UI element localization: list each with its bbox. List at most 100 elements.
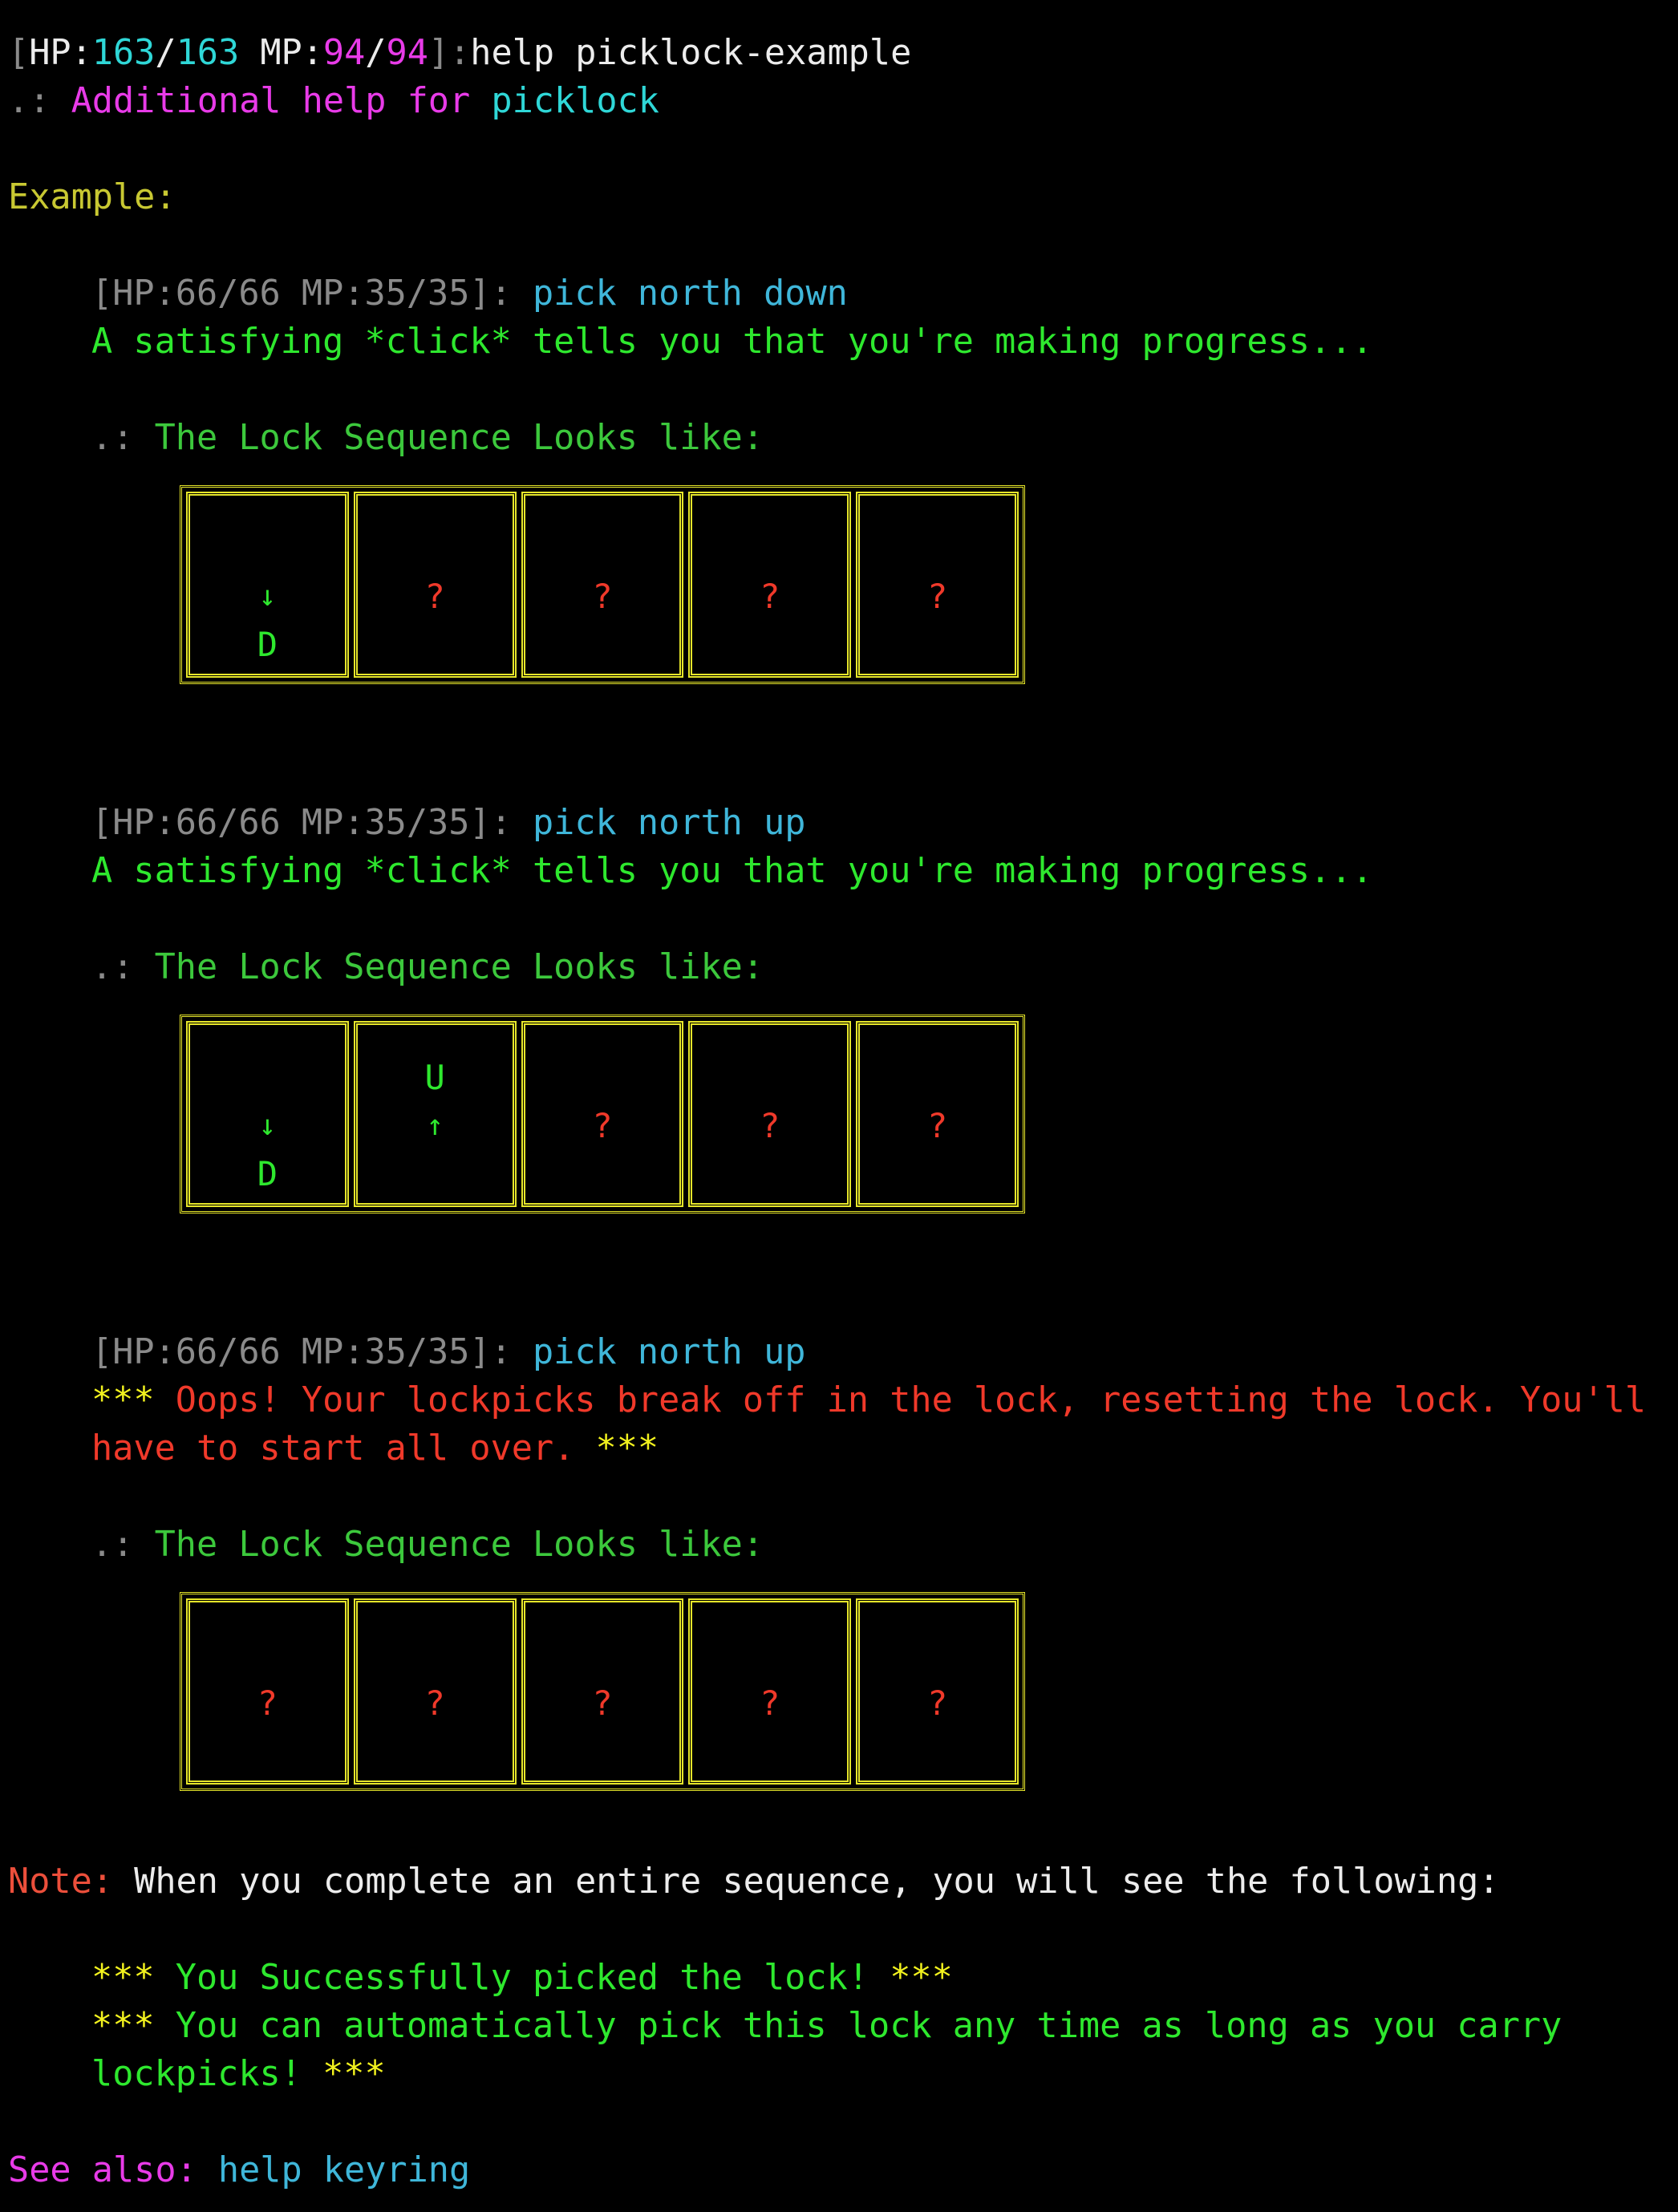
unknown-pin-glyph: ? (257, 1683, 278, 1723)
pin-glyph (860, 1631, 1015, 1679)
pin-glyph (190, 1728, 345, 1776)
success-stars: *** (890, 1958, 953, 1998)
sequence-label: The Lock Sequence Looks like: (154, 1525, 764, 1565)
mp-label: MP: (239, 33, 323, 73)
lock-pin-cell: ↓ D (186, 492, 349, 678)
pin-glyph (860, 1728, 1015, 1776)
pin-glyph (190, 1631, 345, 1679)
lock-pin-cell: ? (353, 492, 517, 678)
typed-command[interactable]: help picklock-example (470, 33, 911, 73)
success-line-1: *** You Successfully picked the lock! **… (91, 1954, 953, 2002)
see-also-label: See also: (8, 2150, 197, 2190)
success-text: You can automatically pick this lock any… (154, 2006, 1562, 2046)
attempt-prompt: [HP:66/66 MP:35/35]: (91, 803, 533, 843)
hp-label: HP: (29, 33, 92, 73)
pin-glyph (525, 1150, 680, 1198)
unknown-pin-glyph: ? (592, 577, 613, 616)
terminal-window: [HP:163/163 MP:94/94]:help picklock-exam… (0, 0, 1678, 2212)
attempt-1-sequence-heading: .: The Lock Sequence Looks like: (91, 414, 764, 462)
lock-pin-cell: ? (688, 1598, 852, 1785)
unknown-pin-glyph: ? (760, 1683, 780, 1723)
lock-pin-cell: U ↑ (353, 1021, 517, 1207)
pin-glyph (190, 1054, 345, 1102)
lock-pin-cell: ? (856, 492, 1019, 678)
success-stars: *** (91, 2006, 155, 2046)
lock-pin-cell: ? (856, 1598, 1019, 1785)
success-line-2: *** You can automatically pick this lock… (91, 2002, 1562, 2050)
pin-glyph (692, 1054, 847, 1102)
success-stars: *** (91, 1958, 155, 1998)
lock-pin-cell: ? (521, 1598, 684, 1785)
fail-message: Oops! Your lockpicks break off in the lo… (154, 1380, 1647, 1420)
down-arrow-icon: ↓ (258, 1109, 277, 1142)
pin-glyph (358, 1728, 513, 1776)
sequence-label: The Lock Sequence Looks like: (154, 418, 764, 458)
pin-direction-letter: D (257, 1154, 278, 1193)
header-title: Additional help for (71, 81, 492, 121)
pin-glyph (860, 1054, 1015, 1102)
attempt-2-prompt: [HP:66/66 MP:35/35]: pick north up (91, 799, 805, 847)
fail-stars-open: *** (91, 1380, 155, 1420)
pin-glyph (860, 525, 1015, 573)
prompt-close: ]: (428, 33, 471, 73)
pin-glyph (358, 1631, 513, 1679)
attempt-prompt: [HP:66/66 MP:35/35]: (91, 273, 533, 314)
up-arrow-icon: ↑ (426, 1109, 444, 1142)
attempt-3-fail-line-2: have to start all over. *** (91, 1424, 659, 1473)
unknown-pin-glyph: ? (592, 1683, 613, 1723)
see-also-link[interactable]: help keyring (197, 2150, 470, 2190)
lock-pin-cell: ? (688, 1021, 852, 1207)
success-stars: *** (322, 2054, 386, 2094)
prompt-line: [HP:163/163 MP:94/94]:help picklock-exam… (8, 29, 911, 77)
attempt-command: pick north down (532, 273, 848, 314)
attempt-2-message: A satisfying *click* tells you that you'… (91, 851, 1373, 891)
down-arrow-icon: ↓ (258, 580, 277, 613)
pin-glyph (525, 1631, 680, 1679)
lock-pin-cell: ↓ D (186, 1021, 349, 1207)
see-also-line: See also: help keyring (8, 2146, 470, 2194)
pin-glyph (692, 1631, 847, 1679)
pin-glyph (525, 621, 680, 669)
pin-glyph (358, 621, 513, 669)
attempt-2-sequence-heading: .: The Lock Sequence Looks like: (91, 943, 764, 991)
mp-current: 94 (322, 33, 366, 73)
success-text: lockpicks! (91, 2054, 323, 2094)
lock-pin-cell: ? (856, 1021, 1019, 1207)
attempt-prompt: [HP:66/66 MP:35/35]: (91, 1332, 533, 1372)
attempt-3-prompt: [HP:66/66 MP:35/35]: pick north up (91, 1328, 805, 1376)
header-prefix: .: (8, 81, 71, 121)
sequence-prefix: .: (91, 1525, 155, 1565)
lock-pin-cell: ? (688, 492, 852, 678)
attempt-command: pick north up (532, 803, 806, 843)
fail-message-continued: have to start all over. (91, 1428, 596, 1469)
unknown-pin-glyph: ? (592, 1106, 613, 1145)
success-text: You Successfully picked the lock! (154, 1958, 890, 1998)
pin-direction-letter: D (257, 625, 278, 664)
sequence-label: The Lock Sequence Looks like: (154, 947, 764, 987)
example-label: Example: (8, 177, 176, 217)
unknown-pin-glyph: ? (760, 577, 780, 616)
hp-max: 163 (176, 33, 240, 73)
hp-current: 163 (91, 33, 156, 73)
sequence-prefix: .: (91, 418, 155, 458)
mp-max: 94 (386, 33, 428, 73)
attempt-3-fail-line-1: *** Oops! Your lockpicks break off in th… (91, 1376, 1646, 1424)
pin-glyph (692, 1728, 847, 1776)
unknown-pin-glyph: ? (424, 1683, 445, 1723)
unknown-pin-glyph: ? (424, 577, 445, 616)
pin-glyph (692, 525, 847, 573)
unknown-pin-glyph: ? (760, 1106, 780, 1145)
attempt-3-sequence-heading: .: The Lock Sequence Looks like: (91, 1521, 764, 1569)
lock-pin-cell: ? (521, 1021, 684, 1207)
prompt-bracket: [ (8, 33, 30, 73)
pin-glyph (525, 1728, 680, 1776)
pin-direction-letter: U (424, 1058, 445, 1097)
help-header: .: Additional help for picklock (8, 77, 659, 125)
lock-pin-cell: ? (186, 1598, 349, 1785)
pin-glyph (525, 525, 680, 573)
lock-pin-cell: ? (353, 1598, 517, 1785)
attempt-command: pick north up (532, 1332, 806, 1372)
pin-glyph (692, 1150, 847, 1198)
success-line-3: lockpicks! *** (91, 2050, 386, 2098)
sequence-prefix: .: (91, 947, 155, 987)
